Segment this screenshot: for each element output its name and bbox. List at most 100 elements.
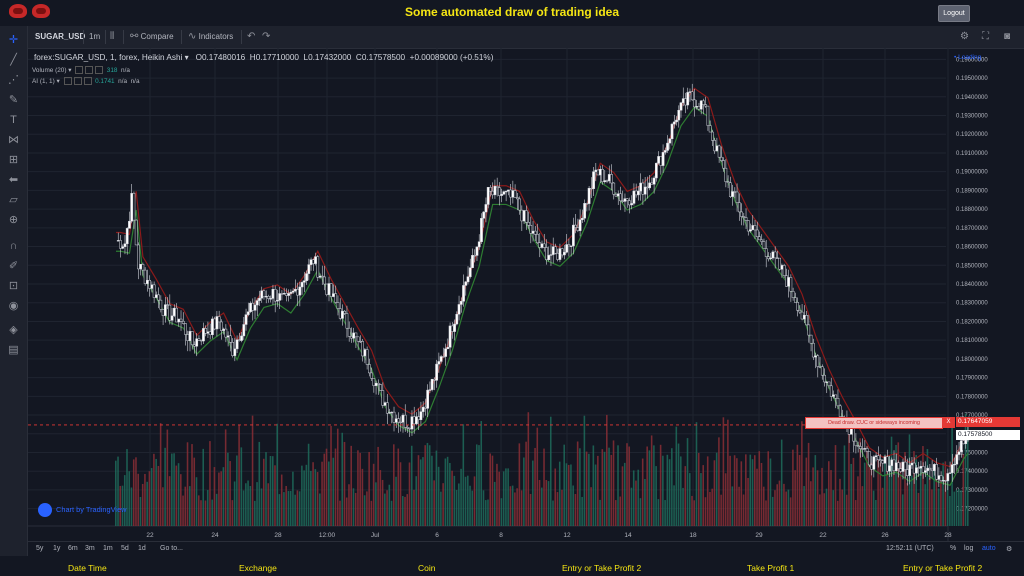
eye-icon[interactable]: ◉ [0, 298, 27, 314]
goto-button[interactable]: Go to... [160, 545, 183, 552]
volume-bar [372, 463, 375, 526]
range-1y[interactable]: 1y [53, 545, 60, 552]
back-arrow-icon[interactable]: ⬅ [0, 172, 27, 188]
candle-body [670, 123, 674, 140]
candle-body [578, 219, 582, 231]
crosshair-icon[interactable]: ✛ [0, 32, 27, 48]
undo-icon[interactable]: ↶ [247, 26, 255, 48]
auto-toggle[interactable]: auto [982, 545, 996, 552]
prediction-icon[interactable]: ⊞ [0, 152, 27, 168]
trend-line-icon[interactable]: ╱ [0, 52, 27, 68]
volume-bar [527, 412, 530, 526]
symbol-search[interactable]: SUGAR_USD [35, 26, 85, 48]
x-tick-label: 18 [689, 532, 697, 539]
toolbar-divider [181, 30, 182, 44]
symbol-title[interactable]: forex:SUGAR_USD, 1, forex, Heikin Ashi [34, 53, 182, 62]
volume-bar [141, 483, 144, 526]
candle-body [915, 467, 918, 474]
log-toggle[interactable]: log [964, 545, 973, 552]
candle-body [632, 190, 636, 204]
volume-bar [691, 495, 693, 526]
volume-bar [399, 462, 402, 526]
volume-bar [549, 416, 552, 526]
volume-bar [462, 424, 465, 526]
layers-icon[interactable]: ◈ [0, 322, 27, 338]
volume-bar [482, 490, 485, 526]
volume-label[interactable]: Volume (20) [32, 67, 66, 74]
candle-body [767, 256, 770, 260]
indicators-button[interactable]: ∿ Indicators [188, 26, 233, 48]
candle-body [524, 210, 528, 223]
text-tool-icon[interactable]: T [0, 112, 27, 128]
volume-bar [628, 446, 631, 526]
fullscreen-icon[interactable]: ⛶ [982, 26, 989, 48]
candle-body [536, 234, 539, 244]
trash-icon[interactable]: ▤ [0, 342, 27, 358]
trade-annotation[interactable]: Dead draw. CUC or sideways incoming [805, 417, 943, 429]
candle-body [507, 189, 510, 192]
utc-time[interactable]: 12:52:11 (UTC) [886, 545, 934, 552]
settings-icon[interactable]: ⚙ [960, 26, 969, 48]
candle-body [805, 315, 808, 326]
logout-button[interactable]: Logout [938, 5, 970, 22]
pattern-icon[interactable]: ⋈ [0, 132, 27, 148]
candle-body [518, 198, 521, 211]
volume-bar [406, 494, 409, 526]
range-6m[interactable]: 6m [68, 545, 78, 552]
brush-icon[interactable]: ✎ [0, 92, 27, 108]
volume-bar [390, 500, 393, 526]
volume-bar [597, 455, 599, 526]
ai-label[interactable]: AI (1, 1) [32, 78, 55, 85]
camera-icon[interactable]: ◙ [1004, 26, 1010, 48]
candle-body [352, 332, 356, 339]
ruler-icon[interactable]: ▱ [0, 192, 27, 208]
candle-body [735, 191, 739, 203]
volume-bar [455, 490, 458, 526]
lock-icon[interactable]: ⊡ [0, 278, 27, 294]
interval-selector[interactable]: 1m [89, 26, 100, 48]
zoom-in-icon[interactable]: ⊕ [0, 212, 27, 228]
volume-bar [316, 472, 319, 526]
volume-bar [823, 493, 826, 526]
candle-body [791, 291, 795, 298]
volume-bar [567, 464, 570, 526]
fib-tool-icon[interactable]: ⋰ [0, 72, 27, 88]
volume-bar [269, 455, 272, 526]
candle-body [610, 174, 613, 184]
range-5y[interactable]: 5y [36, 545, 43, 552]
candle-body [287, 293, 290, 296]
candle-body [410, 416, 414, 430]
candle-body [128, 220, 131, 229]
annotation-close-button[interactable]: X [942, 417, 955, 428]
price-chart[interactable]: 0.196000000.195000000.194000000.19300000… [28, 48, 1020, 541]
bar-style-icon[interactable]: ⫴ [110, 26, 114, 48]
volume-bar [545, 479, 548, 526]
volume-bar [254, 500, 256, 526]
volume-bar [336, 428, 339, 526]
ai-legend: AI (1, 1) ▾ 0.1741 n/a n/a [32, 77, 140, 86]
chart-area[interactable]: 0.19600000 0.19500000 0.19400000 0.19300000… [28, 48, 1020, 556]
draw-mode-icon[interactable]: ✐ [0, 258, 27, 274]
volume-bar [680, 456, 682, 526]
range-1d[interactable]: 1d [138, 545, 146, 552]
volume-bar [794, 470, 796, 526]
candle-body [424, 406, 427, 409]
candle-body [872, 456, 876, 470]
settings-icon[interactable]: ⚙ [1006, 545, 1012, 553]
range-1m[interactable]: 1m [103, 545, 113, 552]
tradingview-watermark[interactable]: Chart by TradingView [38, 503, 127, 517]
candle-body [197, 338, 201, 341]
volume-bar [153, 453, 155, 526]
candle-body [863, 448, 867, 450]
redo-icon[interactable]: ↷ [262, 26, 270, 48]
candle-body [280, 293, 284, 295]
volume-bar [188, 486, 191, 526]
volume-bar [480, 421, 483, 526]
range-5d[interactable]: 5d [121, 545, 129, 552]
volume-bar [884, 454, 886, 526]
compare-button[interactable]: ⚯ Compare [130, 26, 174, 48]
range-3m[interactable]: 3m [85, 545, 95, 552]
percent-toggle[interactable]: % [950, 545, 956, 552]
volume-bar [498, 471, 500, 526]
magnet-icon[interactable]: ∩ [0, 238, 27, 254]
